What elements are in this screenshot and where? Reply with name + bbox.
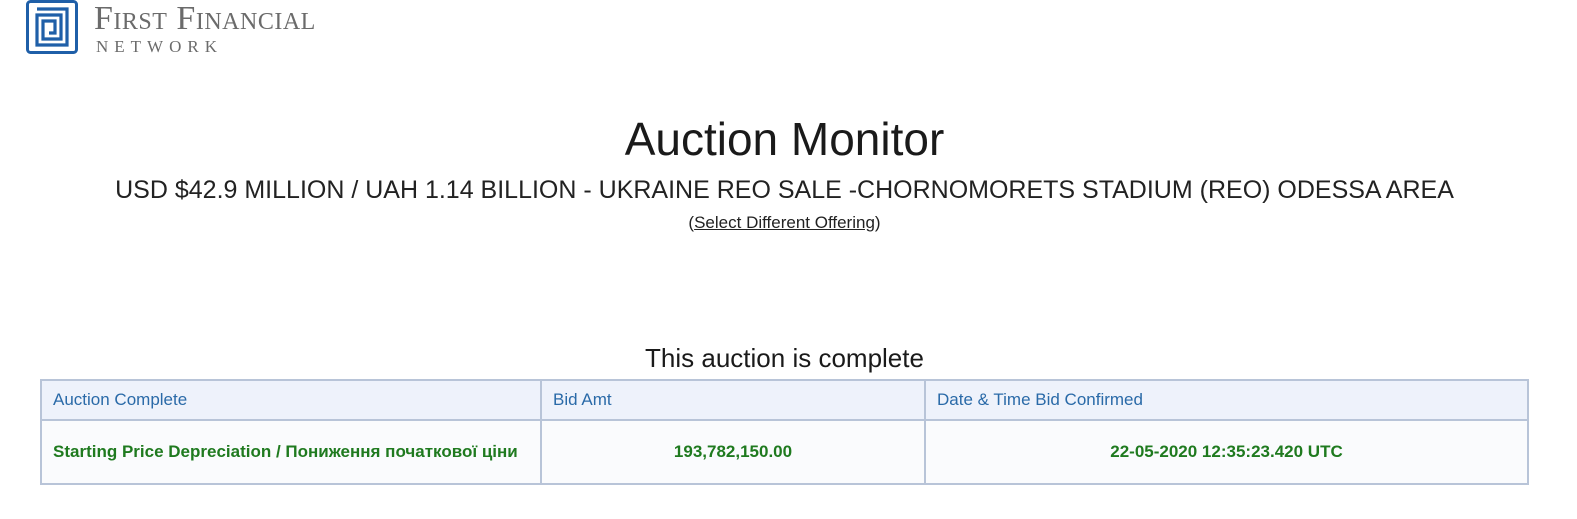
ffn-logo-icon xyxy=(26,0,78,54)
table-header-row: Auction Complete Bid Amt Date & Time Bid… xyxy=(40,379,1529,421)
page-title: Auction Monitor xyxy=(624,113,945,165)
column-header-bid-amt: Bid Amt xyxy=(540,379,926,421)
select-offering-line: (Select Different Offering) xyxy=(0,213,1569,233)
table-row: Starting Price Depreciation / Пониження … xyxy=(40,419,1529,485)
logo-wordmark: First Financial NETWORK xyxy=(94,0,316,56)
select-different-offering-link[interactable]: Select Different Offering xyxy=(694,213,875,232)
column-header-date-time-confirmed: Date & Time Bid Confirmed xyxy=(924,379,1529,421)
bid-description-cell: Starting Price Depreciation / Пониження … xyxy=(40,419,542,485)
logo-line-2: NETWORK xyxy=(96,37,223,56)
logo-line-1: First Financial xyxy=(94,0,316,37)
column-header-auction-complete: Auction Complete xyxy=(40,379,542,421)
bid-amount-cell: 193,782,150.00 xyxy=(540,419,926,485)
company-logo[interactable]: First Financial NETWORK xyxy=(26,0,316,55)
auction-status-text: This auction is complete xyxy=(645,343,924,373)
offering-title: USD $42.9 MILLION / UAH 1.14 BILLION - U… xyxy=(115,176,1454,204)
bid-table: Auction Complete Bid Amt Date & Time Bid… xyxy=(40,379,1529,485)
bid-confirmed-time-cell: 22-05-2020 12:35:23.420 UTC xyxy=(924,419,1529,485)
select-offering-close-paren: ) xyxy=(874,213,881,232)
